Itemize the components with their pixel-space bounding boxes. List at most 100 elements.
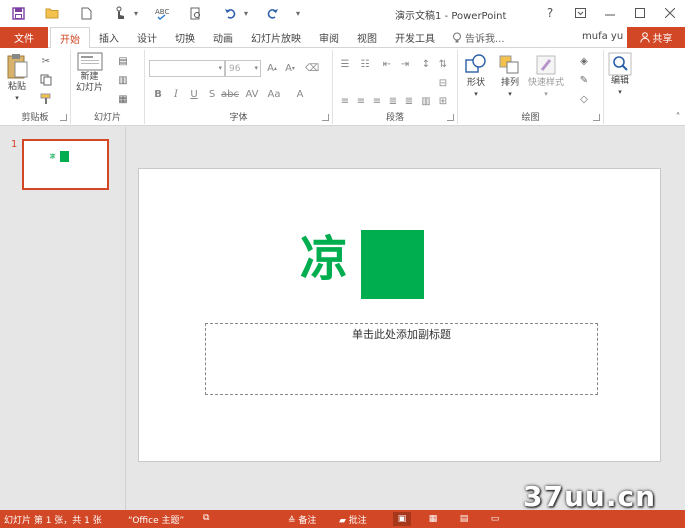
paste-button[interactable]: 粘贴 ▾ — [6, 52, 28, 104]
drawing-launcher-icon[interactable] — [593, 114, 600, 121]
bold-icon[interactable]: B — [151, 87, 165, 101]
open-folder-icon[interactable] — [40, 4, 64, 22]
copy-icon[interactable] — [38, 73, 54, 87]
reading-view-icon[interactable]: ▤ — [455, 512, 473, 526]
clear-formatting-icon[interactable]: ⌫ — [305, 61, 319, 75]
justify-icon[interactable]: ≣ — [386, 94, 400, 108]
layout-icon[interactable]: ▤ — [115, 54, 131, 68]
tab-view[interactable]: 视图 — [348, 27, 386, 48]
spelling-icon[interactable]: ABC — [150, 4, 174, 22]
grow-font-icon[interactable]: A ▴ — [265, 61, 279, 75]
green-rectangle-shape[interactable] — [361, 230, 424, 299]
clipboard-launcher-icon[interactable] — [60, 114, 67, 121]
tab-review[interactable]: 审阅 — [310, 27, 348, 48]
notes-button[interactable]: ≙ 备注 — [288, 513, 316, 526]
new-slide-button[interactable]: 新建 幻灯片 — [76, 52, 103, 94]
ribbon-display-icon[interactable] — [565, 0, 595, 26]
quick-access-toolbar: ▾ ABC ▾ ▾ — [6, 4, 302, 22]
subtitle-placeholder[interactable]: 单击此处添加副标题 — [205, 323, 598, 395]
new-file-icon[interactable] — [74, 4, 98, 22]
shrink-font-icon[interactable]: A ▾ — [283, 61, 297, 75]
tab-slideshow[interactable]: 幻灯片放映 — [242, 27, 310, 48]
font-size-combo[interactable]: 96 ▾ — [225, 60, 261, 77]
slideshow-icon[interactable]: ▭ — [486, 512, 504, 526]
touch-mode-dropdown-icon[interactable]: ▾ — [132, 4, 140, 22]
distributed-icon[interactable]: ≣ — [402, 94, 416, 108]
section-icon[interactable]: ▦ — [115, 92, 131, 106]
tell-me-box[interactable]: 告诉我... — [444, 27, 505, 48]
paste-dropdown-icon[interactable]: ▾ — [15, 93, 19, 104]
format-painter-icon[interactable] — [38, 92, 54, 106]
align-center-icon[interactable]: ≡ — [354, 94, 368, 108]
reset-icon[interactable]: ▥ — [115, 73, 131, 87]
smartart-icon[interactable]: ⊞ — [436, 94, 450, 108]
editing-dropdown-icon[interactable]: ▾ — [618, 87, 622, 98]
spelling-status-icon[interactable]: ⧉ — [203, 513, 209, 523]
tab-file[interactable]: 文件 — [0, 27, 48, 48]
arrange-dropdown-icon[interactable]: ▾ — [508, 89, 512, 100]
underline-icon[interactable]: U — [187, 87, 201, 101]
slide-sorter-icon[interactable]: ▦ — [424, 512, 442, 526]
increase-indent-icon[interactable]: ⇥ — [398, 57, 412, 71]
undo-dropdown-icon[interactable]: ▾ — [242, 4, 250, 22]
touch-mode-icon[interactable] — [108, 4, 132, 22]
editing-button[interactable]: 编辑 ▾ — [608, 52, 632, 98]
print-preview-icon[interactable] — [184, 4, 208, 22]
shape-fill-icon[interactable]: ◈ — [576, 54, 592, 68]
shapes-button[interactable]: 形状 ▾ — [464, 52, 488, 100]
shadow-icon[interactable]: S — [205, 87, 219, 101]
quick-styles-button[interactable]: 快速样式 ▾ — [528, 52, 564, 100]
thumbnail-char: 凉 — [50, 154, 56, 160]
cut-icon[interactable]: ✂ — [38, 54, 54, 68]
share-button[interactable]: 共享 — [627, 27, 685, 48]
window-controls: ? — [535, 0, 685, 26]
save-icon[interactable] — [6, 4, 30, 22]
change-case-icon[interactable]: Aa — [267, 87, 281, 101]
strikethrough-icon[interactable]: abc — [221, 87, 239, 101]
redo-icon[interactable] — [260, 4, 284, 22]
slide-thumbnail[interactable]: 凉 — [22, 139, 109, 190]
text-direction-icon[interactable]: ⇅ — [436, 57, 450, 71]
bullets-icon[interactable]: ☰ — [338, 57, 352, 71]
shape-effects-icon[interactable]: ◇ — [576, 92, 592, 106]
collapse-ribbon-icon[interactable]: ˄ — [670, 110, 685, 124]
italic-icon[interactable]: I — [169, 87, 183, 101]
close-icon[interactable] — [655, 0, 685, 26]
tab-insert[interactable]: 插入 — [90, 27, 128, 48]
shapes-dropdown-icon[interactable]: ▾ — [474, 89, 478, 100]
quick-styles-dropdown-icon[interactable]: ▾ — [544, 89, 548, 100]
tab-developer[interactable]: 开发工具 — [386, 27, 444, 48]
tab-animations[interactable]: 动画 — [204, 27, 242, 48]
line-spacing-icon[interactable]: ↕ — [419, 57, 433, 71]
decrease-indent-icon[interactable]: ⇤ — [380, 57, 394, 71]
paragraph-launcher-icon[interactable] — [447, 114, 454, 121]
font-color-icon[interactable]: A — [293, 87, 307, 101]
slide-canvas[interactable]: 凉 单击此处添加副标题 — [138, 168, 661, 462]
tab-transitions[interactable]: 切换 — [166, 27, 204, 48]
tab-home[interactable]: 开始 — [50, 27, 90, 49]
minimize-icon[interactable] — [595, 0, 625, 26]
align-left-icon[interactable]: ≡ — [338, 94, 352, 108]
normal-view-icon[interactable]: ▣ — [393, 512, 411, 526]
shape-outline-icon[interactable]: ✎ — [576, 73, 592, 87]
undo-icon[interactable] — [218, 4, 242, 22]
numbering-icon[interactable]: ☷ — [358, 57, 372, 71]
font-launcher-icon[interactable] — [322, 114, 329, 121]
char-spacing-icon[interactable]: AV — [245, 87, 259, 101]
align-right-icon[interactable]: ≡ — [370, 94, 384, 108]
ribbon: 粘贴 ▾ ✂ 剪贴板 新建 幻灯片 ▤ ▥ ▦ 幻灯片 ▾ 96 ▾ A ▴ A ▾ … — [0, 48, 685, 126]
title-text[interactable]: 凉 — [300, 229, 348, 289]
find-icon — [608, 52, 632, 76]
comments-button[interactable]: ▰ 批注 — [339, 513, 367, 526]
arrange-button[interactable]: 排列 ▾ — [498, 52, 522, 100]
maximize-icon[interactable] — [625, 0, 655, 26]
help-icon[interactable]: ? — [535, 0, 565, 26]
comments-label: 批注 — [348, 516, 367, 526]
tab-design[interactable]: 设计 — [128, 27, 166, 48]
customize-qat-icon[interactable]: ▾ — [294, 4, 302, 22]
notes-label: 备注 — [298, 516, 317, 526]
columns-icon[interactable]: ▥ — [419, 94, 433, 108]
align-text-icon[interactable]: ⊟ — [436, 76, 450, 90]
font-name-combo[interactable]: ▾ — [149, 60, 225, 77]
user-name[interactable]: mufa yu — [582, 31, 623, 42]
